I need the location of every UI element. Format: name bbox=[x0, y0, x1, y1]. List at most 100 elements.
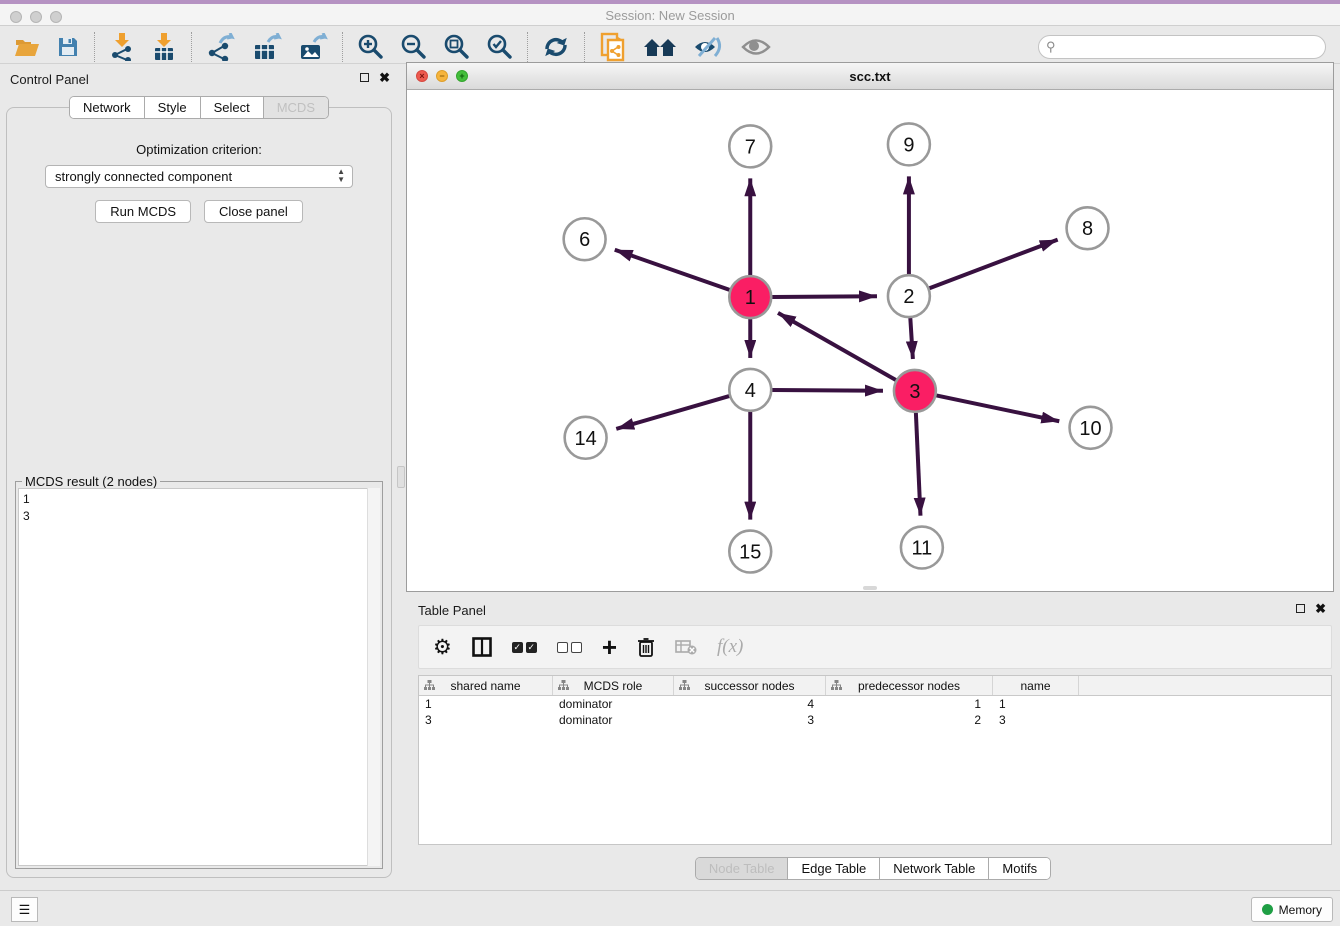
graph-node-14[interactable]: 14 bbox=[565, 417, 607, 459]
network-canvas[interactable]: 7 9 6 8 1 2 4 3 14 10 15 11 bbox=[407, 90, 1333, 591]
network-view-window: × − + scc.txt 7 9 6 8 1 2 4 3 14 10 15 11 bbox=[406, 62, 1334, 592]
deselect-all-icon[interactable] bbox=[557, 642, 582, 653]
cell-predecessor-nodes[interactable]: 1 bbox=[826, 696, 993, 712]
import-network-icon[interactable] bbox=[109, 33, 135, 61]
graph-node-1[interactable]: 1 bbox=[729, 276, 771, 318]
graph-node-6[interactable]: 6 bbox=[564, 218, 606, 260]
graph-node-label: 10 bbox=[1079, 418, 1101, 440]
delete-column-icon[interactable] bbox=[637, 637, 655, 657]
network-graph: 7 9 6 8 1 2 4 3 14 10 15 11 bbox=[407, 90, 1333, 591]
gear-icon[interactable]: ⚙ bbox=[433, 635, 452, 660]
column-header-successor-nodes[interactable]: successor nodes bbox=[674, 676, 826, 695]
graph-node-label: 8 bbox=[1082, 218, 1093, 240]
table-header-row: shared name MCDS role successor nodes pr… bbox=[419, 676, 1331, 696]
graph-edge-2-3[interactable] bbox=[910, 318, 913, 359]
task-history-button[interactable]: ☰ bbox=[11, 897, 38, 922]
search-input[interactable] bbox=[1038, 35, 1326, 59]
graph-edge-1-2[interactable] bbox=[772, 296, 877, 297]
cell-mcds-role[interactable]: dominator bbox=[553, 696, 674, 712]
table-row[interactable]: 1 dominator 4 1 1 bbox=[419, 696, 1331, 712]
graph-node-11[interactable]: 11 bbox=[901, 527, 943, 569]
columns-icon[interactable] bbox=[472, 637, 492, 657]
zoom-selected-icon[interactable] bbox=[486, 33, 513, 60]
graph-node-3[interactable]: 3 bbox=[894, 370, 936, 412]
import-table-icon[interactable] bbox=[151, 33, 177, 61]
cell-name[interactable]: 3 bbox=[993, 712, 1079, 728]
add-column-icon[interactable]: + bbox=[602, 632, 617, 663]
function-builder-icon: f(x) bbox=[717, 636, 743, 658]
app-titlebar: Session: New Session bbox=[0, 0, 1340, 26]
graph-edge-2-8[interactable] bbox=[929, 240, 1057, 289]
graph-node-10[interactable]: 10 bbox=[1070, 407, 1112, 449]
graph-node-2[interactable]: 2 bbox=[888, 275, 930, 317]
tab-network[interactable]: Network bbox=[70, 97, 145, 118]
graph-node-4[interactable]: 4 bbox=[729, 369, 771, 411]
close-panel-icon[interactable]: ✖ bbox=[379, 72, 390, 83]
graph-edge-3-10[interactable] bbox=[936, 395, 1059, 421]
memory-button[interactable]: Memory bbox=[1251, 897, 1333, 922]
mcds-result-scrollbar[interactable] bbox=[367, 488, 380, 866]
copy-network-icon[interactable] bbox=[599, 32, 627, 62]
zoom-fit-icon[interactable] bbox=[443, 33, 470, 60]
cell-successor-nodes[interactable]: 4 bbox=[674, 696, 826, 712]
tab-edge-table[interactable]: Edge Table bbox=[788, 858, 880, 879]
cell-predecessor-nodes[interactable]: 2 bbox=[826, 712, 993, 728]
close-table-panel-icon[interactable]: ✖ bbox=[1315, 603, 1326, 614]
graph-node-7[interactable]: 7 bbox=[729, 125, 771, 167]
graph-node-label: 2 bbox=[903, 286, 914, 308]
node-table: shared name MCDS role successor nodes pr… bbox=[418, 675, 1332, 845]
hide-panel-icon[interactable] bbox=[693, 35, 725, 59]
cell-successor-nodes[interactable]: 3 bbox=[674, 712, 826, 728]
export-table-icon[interactable] bbox=[252, 33, 282, 61]
run-mcds-button[interactable]: Run MCDS bbox=[95, 200, 191, 223]
graph-edge-3-11[interactable] bbox=[916, 413, 921, 516]
criterion-dropdown[interactable]: strongly connected component ▲▼ bbox=[45, 165, 353, 188]
mcds-result-text[interactable]: 1 3 bbox=[18, 488, 380, 866]
tab-node-table[interactable]: Node Table bbox=[696, 858, 789, 879]
column-header-predecessor-nodes[interactable]: predecessor nodes bbox=[826, 676, 993, 695]
refresh-layout-icon[interactable] bbox=[542, 34, 570, 60]
graph-node-15[interactable]: 15 bbox=[729, 531, 771, 573]
network-window-titlebar[interactable]: × − + scc.txt bbox=[407, 63, 1333, 90]
column-header-name[interactable]: name bbox=[993, 676, 1079, 695]
cell-shared-name[interactable]: 3 bbox=[419, 712, 553, 728]
cell-name[interactable]: 1 bbox=[993, 696, 1079, 712]
graph-edge-4-3[interactable] bbox=[772, 390, 883, 391]
open-folder-icon[interactable] bbox=[14, 35, 40, 59]
close-panel-button[interactable]: Close panel bbox=[204, 200, 303, 223]
home-networks-icon[interactable] bbox=[643, 35, 677, 59]
graph-edge-4-14[interactable] bbox=[616, 396, 729, 429]
float-panel-icon[interactable] bbox=[360, 73, 369, 82]
zoom-in-icon[interactable] bbox=[357, 33, 384, 60]
column-header-shared-name[interactable]: shared name bbox=[419, 676, 553, 695]
graph-node-label: 9 bbox=[903, 134, 914, 156]
select-all-icon[interactable]: ✓✓ bbox=[512, 642, 537, 653]
graph-node-8[interactable]: 8 bbox=[1067, 207, 1109, 249]
graph-node-9[interactable]: 9 bbox=[888, 123, 930, 165]
cell-shared-name[interactable]: 1 bbox=[419, 696, 553, 712]
panel-splitter-grip[interactable] bbox=[397, 466, 405, 488]
app-title: Session: New Session bbox=[0, 8, 1340, 23]
graph-node-label: 15 bbox=[739, 542, 761, 564]
column-header-mcds-role[interactable]: MCDS role bbox=[553, 676, 674, 695]
table-row[interactable]: 3 dominator 3 2 3 bbox=[419, 712, 1331, 728]
graph-edge-3-1[interactable] bbox=[778, 313, 896, 380]
memory-status-icon bbox=[1262, 904, 1273, 915]
optimization-criterion-label: Optimization criterion: bbox=[7, 142, 391, 157]
graph-edge-1-6[interactable] bbox=[615, 250, 730, 290]
zoom-out-icon[interactable] bbox=[400, 33, 427, 60]
tab-motifs[interactable]: Motifs bbox=[989, 858, 1050, 879]
export-image-icon[interactable] bbox=[298, 33, 328, 61]
network-resize-grip[interactable] bbox=[863, 586, 877, 590]
tab-select[interactable]: Select bbox=[201, 97, 264, 118]
export-network-icon[interactable] bbox=[206, 33, 236, 61]
mcds-result-title: MCDS result (2 nodes) bbox=[22, 474, 160, 489]
save-icon[interactable] bbox=[56, 35, 80, 59]
show-eye-icon[interactable] bbox=[741, 36, 771, 58]
tab-style[interactable]: Style bbox=[145, 97, 201, 118]
tab-network-table[interactable]: Network Table bbox=[880, 858, 989, 879]
cell-mcds-role[interactable]: dominator bbox=[553, 712, 674, 728]
tab-mcds[interactable]: MCDS bbox=[264, 97, 328, 118]
float-table-panel-icon[interactable] bbox=[1296, 604, 1305, 613]
main-toolbar: ⚲ bbox=[0, 30, 1340, 64]
